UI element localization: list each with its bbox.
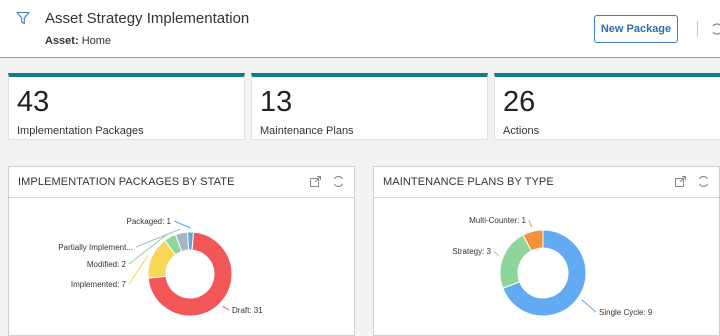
slice-label: Packaged: 1 <box>127 217 172 226</box>
slice-leader-line <box>581 299 597 313</box>
panel-packages-by-state: IMPLEMENTATION PACKAGES BY STATE Package… <box>8 166 355 336</box>
kpi-implementation-packages[interactable]: 43 Implementation Packages <box>8 73 245 140</box>
panel-plans-by-type: MAINTENANCE PLANS BY TYPE Single Cycle: … <box>373 166 720 336</box>
kpi-value: 13 <box>260 86 293 118</box>
slice-leader-line <box>173 220 191 229</box>
asset-context: Asset: Home <box>45 35 111 47</box>
slice-label: Partially Implement... <box>58 243 133 252</box>
page-title: Asset Strategy Implementation <box>45 10 250 27</box>
kpi-maintenance-plans[interactable]: 13 Maintenance Plans <box>251 73 488 140</box>
kpi-label: Actions <box>503 125 540 137</box>
panel-title: IMPLEMENTATION PACKAGES BY STATE <box>18 176 235 188</box>
slice-leader-line <box>493 250 500 257</box>
plans-by-type-donut-chart: Single Cycle: 9 Strategy: 3 Multi-Counter:… <box>452 216 653 317</box>
slice-leader-line <box>528 219 533 228</box>
header-divider <box>697 21 698 37</box>
new-package-button[interactable]: New Package <box>594 15 678 43</box>
asset-value: Home <box>81 35 112 47</box>
panel-title: MAINTENANCE PLANS BY TYPE <box>383 176 554 188</box>
slice-label: Implemented: 7 <box>71 280 127 289</box>
kpi-value: 43 <box>17 86 50 118</box>
kpi-actions[interactable]: 26 Actions <box>494 73 720 140</box>
slice-leader-line <box>222 305 230 311</box>
kpi-label: Implementation Packages <box>17 125 144 137</box>
packages-by-state-donut-chart: Packaged: 1 Draft: 31 Implemented: 7 Modifi… <box>58 217 263 317</box>
slice-leader-line <box>128 255 149 285</box>
panel-header: MAINTENANCE PLANS BY TYPE <box>374 167 719 198</box>
asset-label: Asset: <box>45 35 79 47</box>
panel-header: IMPLEMENTATION PACKAGES BY STATE <box>9 167 354 198</box>
refresh-icon[interactable] <box>697 175 710 188</box>
filter-icon[interactable] <box>16 11 30 25</box>
open-external-icon[interactable] <box>309 175 322 188</box>
kpi-label: Maintenance Plans <box>260 125 354 137</box>
refresh-icon[interactable] <box>710 22 720 36</box>
slice-label: Strategy: 3 <box>452 247 491 256</box>
page-header: Asset Strategy Implementation Asset: Hom… <box>0 0 720 58</box>
slice-label: Modified: 2 <box>87 260 127 269</box>
refresh-icon[interactable] <box>332 175 345 188</box>
slice-label: Single Cycle: 9 <box>599 308 653 317</box>
open-external-icon[interactable] <box>674 175 687 188</box>
kpi-value: 26 <box>503 86 536 118</box>
slice-label: Draft: 31 <box>232 306 263 315</box>
slice-label: Multi-Counter: 1 <box>469 216 526 225</box>
